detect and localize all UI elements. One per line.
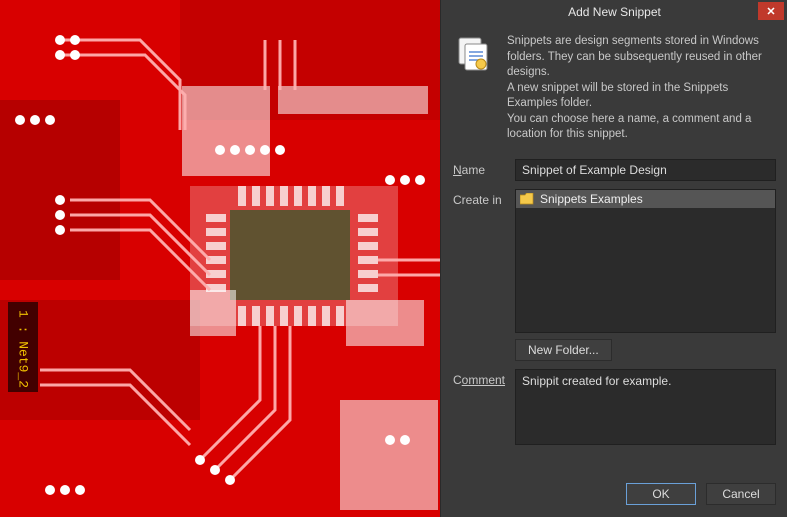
- folder-icon: [520, 193, 534, 205]
- add-snippet-dialog: Add New Snippet ✕ Snippets are design se…: [440, 0, 787, 517]
- createin-label: Create in: [453, 189, 515, 207]
- intro-line1: Snippets are design segments stored in W…: [507, 34, 776, 81]
- new-folder-button[interactable]: New Folder...: [515, 339, 612, 361]
- intro-line3: You can choose here a name, a comment an…: [507, 112, 776, 143]
- folder-tree[interactable]: Snippets Examples: [515, 189, 776, 333]
- ok-button[interactable]: OK: [626, 483, 696, 505]
- name-label: Name: [453, 159, 515, 177]
- tree-item-label: Snippets Examples: [540, 192, 643, 206]
- close-button[interactable]: ✕: [758, 2, 784, 20]
- intro-text: Snippets are design segments stored in W…: [507, 34, 776, 143]
- cancel-button[interactable]: Cancel: [706, 483, 776, 505]
- net-label: 1 : Net9_2: [16, 310, 31, 388]
- name-input[interactable]: [515, 159, 776, 181]
- tree-item-snippets-examples[interactable]: Snippets Examples: [516, 190, 775, 208]
- comment-input[interactable]: [515, 369, 776, 445]
- dialog-title: Add New Snippet: [568, 5, 661, 19]
- pcb-background: 1 : Net9_2: [0, 0, 440, 517]
- titlebar: Add New Snippet ✕: [441, 0, 787, 24]
- comment-label: Comment: [453, 369, 515, 387]
- close-icon: ✕: [766, 5, 775, 18]
- snippets-icon: [453, 34, 493, 74]
- intro-line2: A new snippet will be stored in the Snip…: [507, 81, 776, 112]
